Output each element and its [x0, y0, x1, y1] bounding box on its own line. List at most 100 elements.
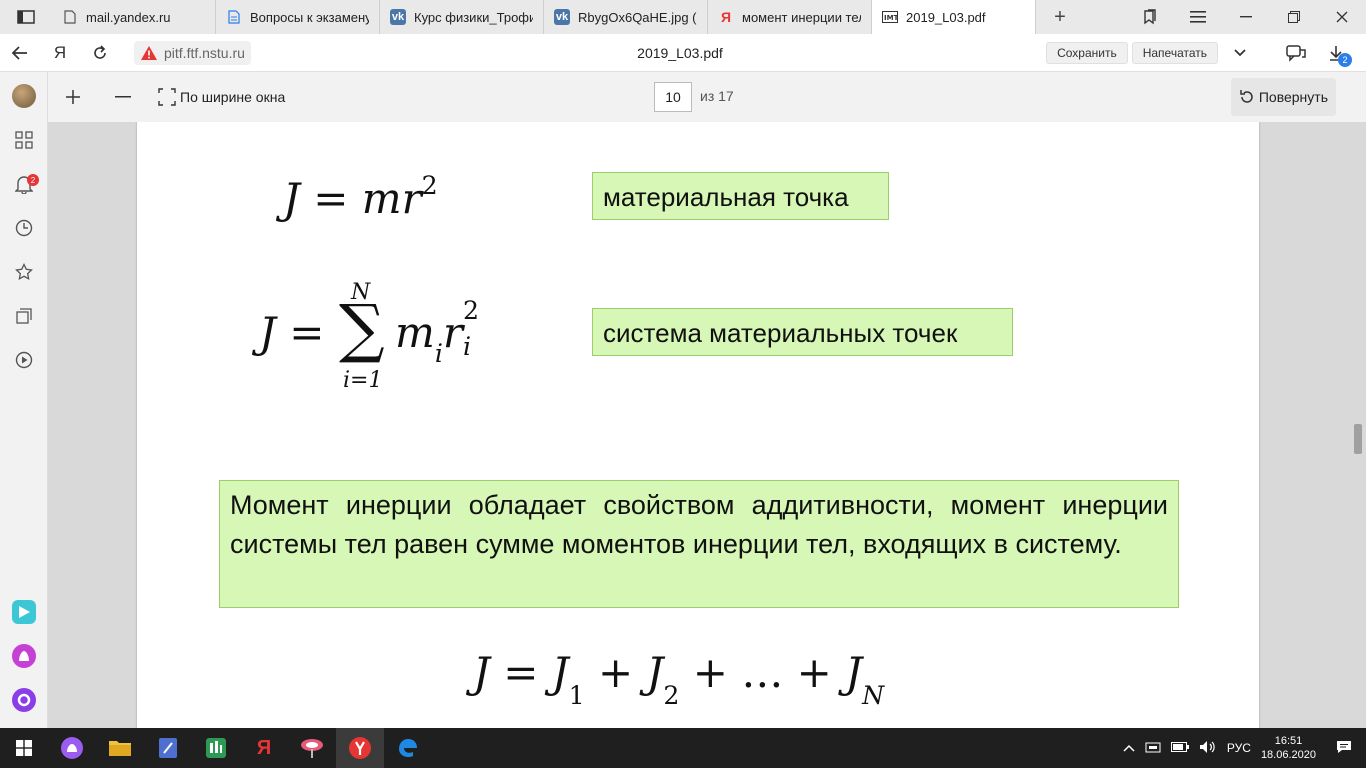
- finance-app-button[interactable]: [192, 728, 240, 768]
- vertical-scrollbar-thumb[interactable]: [1354, 424, 1362, 454]
- app-taskbar-button[interactable]: [288, 728, 336, 768]
- services-button[interactable]: [0, 124, 48, 156]
- yandex-icon: Я: [256, 736, 272, 759]
- yandex-browser-taskbar-button[interactable]: [336, 728, 384, 768]
- formula-symbol: m: [361, 174, 402, 223]
- volume-icon[interactable]: [1199, 740, 1217, 757]
- pdf-viewport[interactable]: J = mr2 материальная точка J = N ∑ i=1 m…: [48, 122, 1366, 728]
- alice-icon: [61, 737, 83, 759]
- notification-center-icon[interactable]: [1336, 740, 1352, 757]
- chevron-down-icon: [1234, 48, 1246, 56]
- flower-icon: [301, 739, 323, 758]
- tab-exam-questions[interactable]: Вопросы к экзамену: [216, 0, 380, 34]
- page-number-input[interactable]: 10: [654, 82, 692, 112]
- battery-icon[interactable]: [1170, 741, 1189, 755]
- minus-icon: [115, 96, 131, 98]
- formula-symbol: J: [259, 308, 276, 357]
- save-button[interactable]: Сохранить: [1046, 41, 1128, 64]
- close-window-button[interactable]: [1318, 0, 1366, 34]
- tab-title: Вопросы к экзамену: [250, 9, 369, 25]
- tab-title: 2019_L03.pdf: [906, 9, 986, 25]
- alice-pink-button[interactable]: [0, 640, 48, 672]
- tab-title: момент инерции тел: [742, 9, 861, 25]
- tabs-panel-button[interactable]: [0, 0, 52, 34]
- tray-expand-icon[interactable]: [1123, 741, 1135, 755]
- formula-summand: mir 2 i: [395, 296, 479, 368]
- formula-symbol: m: [395, 308, 435, 357]
- back-button[interactable]: [0, 34, 40, 72]
- url-domain: pitf.ftf.nstu.ru: [164, 44, 245, 61]
- messenger-button[interactable]: [0, 596, 48, 628]
- zoom-in-button[interactable]: [48, 72, 98, 122]
- profile-avatar-button[interactable]: [0, 80, 48, 112]
- downloads-badge: 2: [1338, 52, 1352, 67]
- play-circle-icon: [15, 351, 33, 369]
- formula-symbol: J: [473, 648, 490, 697]
- formula-subscript: 2: [663, 681, 680, 711]
- language-indicator[interactable]: РУС: [1227, 741, 1251, 755]
- restore-button[interactable]: [1270, 0, 1318, 34]
- label-system-of-points: система материальных точек: [592, 308, 1013, 356]
- clock[interactable]: 16:51 18.06.2020: [1261, 734, 1316, 762]
- media-button[interactable]: [0, 344, 48, 376]
- folder-icon: [109, 741, 131, 756]
- alice-button[interactable]: [0, 684, 48, 716]
- tabs-panel-icon: [17, 10, 35, 24]
- page-title: 2019_L03.pdf: [637, 44, 723, 61]
- tab-title: mail.yandex.ru: [86, 9, 171, 25]
- address-bar: Я pitf.ftf.nstu.ru 2019_L03.pdf Сохранит…: [0, 34, 1366, 72]
- url-field[interactable]: pitf.ftf.nstu.ru: [134, 40, 251, 65]
- rotate-button[interactable]: Повернуть: [1230, 78, 1336, 116]
- plus-icon: [66, 90, 80, 104]
- tab-moment-search[interactable]: Я момент инерции тел: [708, 0, 872, 34]
- vk-icon: vk: [554, 9, 570, 25]
- bookmark-manager-button[interactable]: [1126, 0, 1174, 34]
- yandex-taskbar-button[interactable]: Я: [240, 728, 288, 768]
- start-button[interactable]: [0, 728, 48, 768]
- file-explorer-button[interactable]: [96, 728, 144, 768]
- svg-text:IMT: IMT: [884, 14, 898, 22]
- protect-button[interactable]: [1278, 37, 1314, 69]
- notebook-app-button[interactable]: [144, 728, 192, 768]
- yandex-home-button[interactable]: Я: [40, 34, 80, 72]
- downloads-button[interactable]: 2: [1318, 37, 1354, 69]
- fit-width-label: По ширине окна: [180, 89, 286, 105]
- shield-chat-icon: [1286, 44, 1306, 62]
- menu-button[interactable]: [1174, 0, 1222, 34]
- network-icon[interactable]: [1145, 741, 1161, 756]
- system-tray: РУС 16:51 18.06.2020: [1123, 734, 1366, 762]
- formula-operator: =: [275, 308, 325, 357]
- sidebar: 2: [0, 72, 48, 728]
- document-icon: [62, 9, 78, 25]
- minimize-button[interactable]: [1222, 0, 1270, 34]
- reload-button[interactable]: [80, 34, 120, 72]
- messenger-icon: [12, 600, 36, 624]
- clock-time: 16:51: [1274, 735, 1303, 747]
- formula-symbol: r: [401, 174, 422, 223]
- new-tab-button[interactable]: +: [1036, 0, 1084, 34]
- yandex-icon: Я: [720, 9, 732, 25]
- zoom-out-button[interactable]: [98, 72, 148, 122]
- print-button[interactable]: Напечатать: [1131, 41, 1218, 64]
- notifications-button[interactable]: 2: [0, 168, 48, 200]
- formula-symbol: r: [442, 308, 463, 357]
- fit-width-button[interactable]: По ширине окна: [158, 88, 285, 106]
- alice-icon: [12, 688, 36, 712]
- tab-image-jpg[interactable]: vk RbygOx6QaHE.jpg (9: [544, 0, 708, 34]
- vk-icon: vk: [390, 9, 406, 25]
- bookmarks-icon: [1144, 9, 1156, 25]
- avatar: [12, 84, 36, 108]
- alice-taskbar-button[interactable]: [48, 728, 96, 768]
- page-total: из 17: [700, 88, 734, 104]
- history-button[interactable]: [0, 212, 48, 244]
- bookmarks-button[interactable]: [0, 256, 48, 288]
- more-dropdown-button[interactable]: [1222, 37, 1258, 69]
- collections-button[interactable]: [0, 300, 48, 332]
- edge-taskbar-button[interactable]: [384, 728, 432, 768]
- tab-physics-course[interactable]: vk Курс физики_Трофимова: [380, 0, 544, 34]
- warning-icon: [141, 45, 157, 60]
- formula-operator: +: [679, 648, 742, 697]
- tab-mail-yandex[interactable]: mail.yandex.ru: [52, 0, 216, 34]
- tab-pdf-active[interactable]: IMT 2019_L03.pdf: [872, 0, 1036, 34]
- window-controls: [1126, 0, 1366, 34]
